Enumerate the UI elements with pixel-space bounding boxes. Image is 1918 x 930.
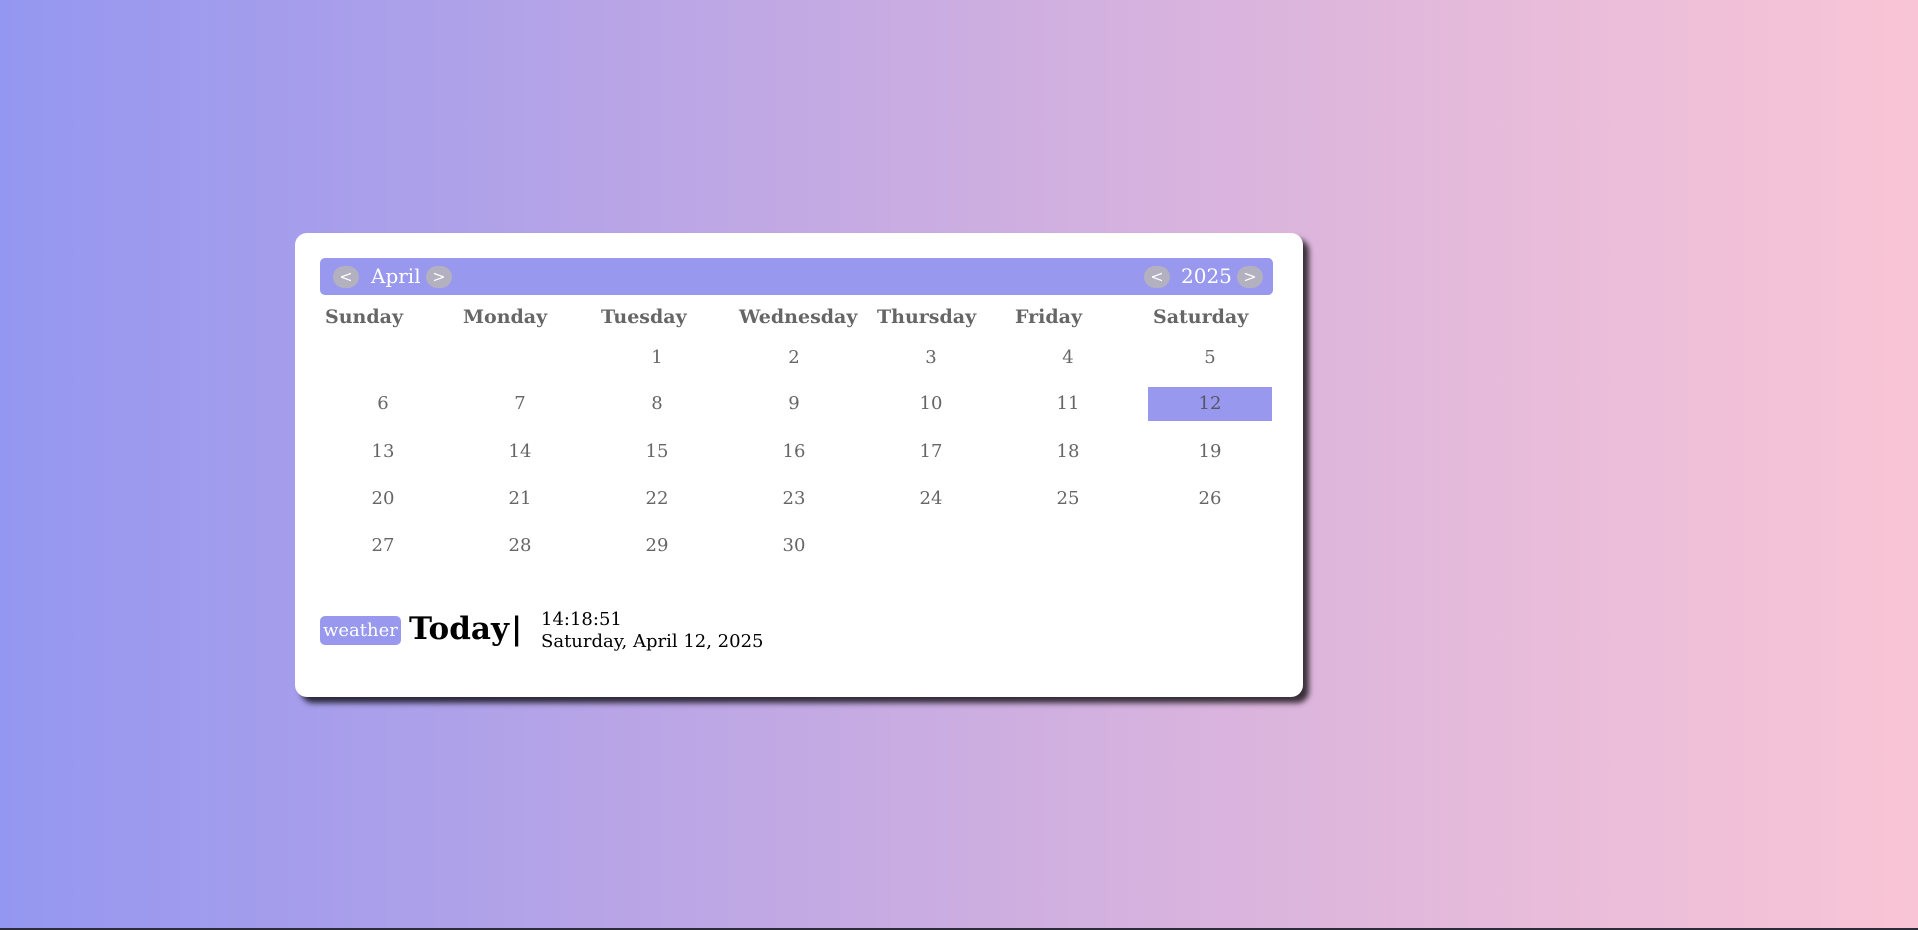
month-label: April (371, 264, 421, 288)
next-month-button[interactable]: > (426, 266, 452, 288)
day-cell[interactable]: 16 (732, 435, 856, 469)
prev-year-button[interactable]: < (1144, 266, 1170, 288)
day-cell[interactable]: 3 (869, 341, 993, 375)
day-cell[interactable]: 14 (458, 435, 582, 469)
day-cell[interactable]: 5 (1148, 341, 1272, 375)
weekday-wednesday: Wednesday (739, 306, 858, 328)
day-cell[interactable]: 8 (595, 387, 719, 421)
weekday-saturday: Saturday (1153, 306, 1249, 328)
day-cell[interactable]: 1 (595, 341, 719, 375)
current-time: 14:18:51 (541, 609, 622, 630)
today-separator: | (511, 611, 523, 647)
calendar-header: < April > < 2025 > (320, 258, 1273, 295)
next-year-button[interactable]: > (1237, 266, 1263, 288)
day-cell[interactable]: 22 (595, 482, 719, 516)
day-cell[interactable]: 25 (1006, 482, 1130, 516)
day-cell[interactable]: 9 (732, 387, 856, 421)
weekday-tuesday: Tuesday (601, 306, 687, 328)
day-cell[interactable]: 21 (458, 482, 582, 516)
day-cell[interactable]: 7 (458, 387, 582, 421)
weekday-sunday: Sunday (325, 306, 403, 328)
day-cell[interactable]: 17 (869, 435, 993, 469)
day-cell[interactable]: 4 (1006, 341, 1130, 375)
day-cell[interactable]: 23 (732, 482, 856, 516)
day-cell[interactable]: 27 (321, 529, 445, 563)
day-cell[interactable]: 11 (1006, 387, 1130, 421)
day-cell[interactable]: 19 (1148, 435, 1272, 469)
day-cell[interactable]: 29 (595, 529, 719, 563)
day-cell[interactable]: 26 (1148, 482, 1272, 516)
weekday-monday: Monday (463, 306, 548, 328)
weather-button[interactable]: weather (320, 616, 401, 645)
year-label: 2025 (1181, 264, 1232, 288)
day-cell[interactable]: 20 (321, 482, 445, 516)
day-cell[interactable]: 15 (595, 435, 719, 469)
prev-month-button[interactable]: < (333, 266, 359, 288)
day-cell-selected[interactable]: 12 (1148, 387, 1272, 421)
weekday-thursday: Thursday (877, 306, 977, 328)
today-label: Today (409, 611, 509, 647)
day-cell[interactable]: 18 (1006, 435, 1130, 469)
day-cell[interactable]: 24 (869, 482, 993, 516)
weekday-friday: Friday (1015, 306, 1083, 328)
day-cell[interactable]: 10 (869, 387, 993, 421)
calendar-card: < April > < 2025 > Sunday Monday Tuesday… (295, 233, 1303, 697)
day-cell[interactable]: 28 (458, 529, 582, 563)
current-date: Saturday, April 12, 2025 (541, 631, 764, 652)
day-cell[interactable]: 6 (321, 387, 445, 421)
day-cell[interactable]: 30 (732, 529, 856, 563)
day-cell[interactable]: 2 (732, 341, 856, 375)
day-cell[interactable]: 13 (321, 435, 445, 469)
